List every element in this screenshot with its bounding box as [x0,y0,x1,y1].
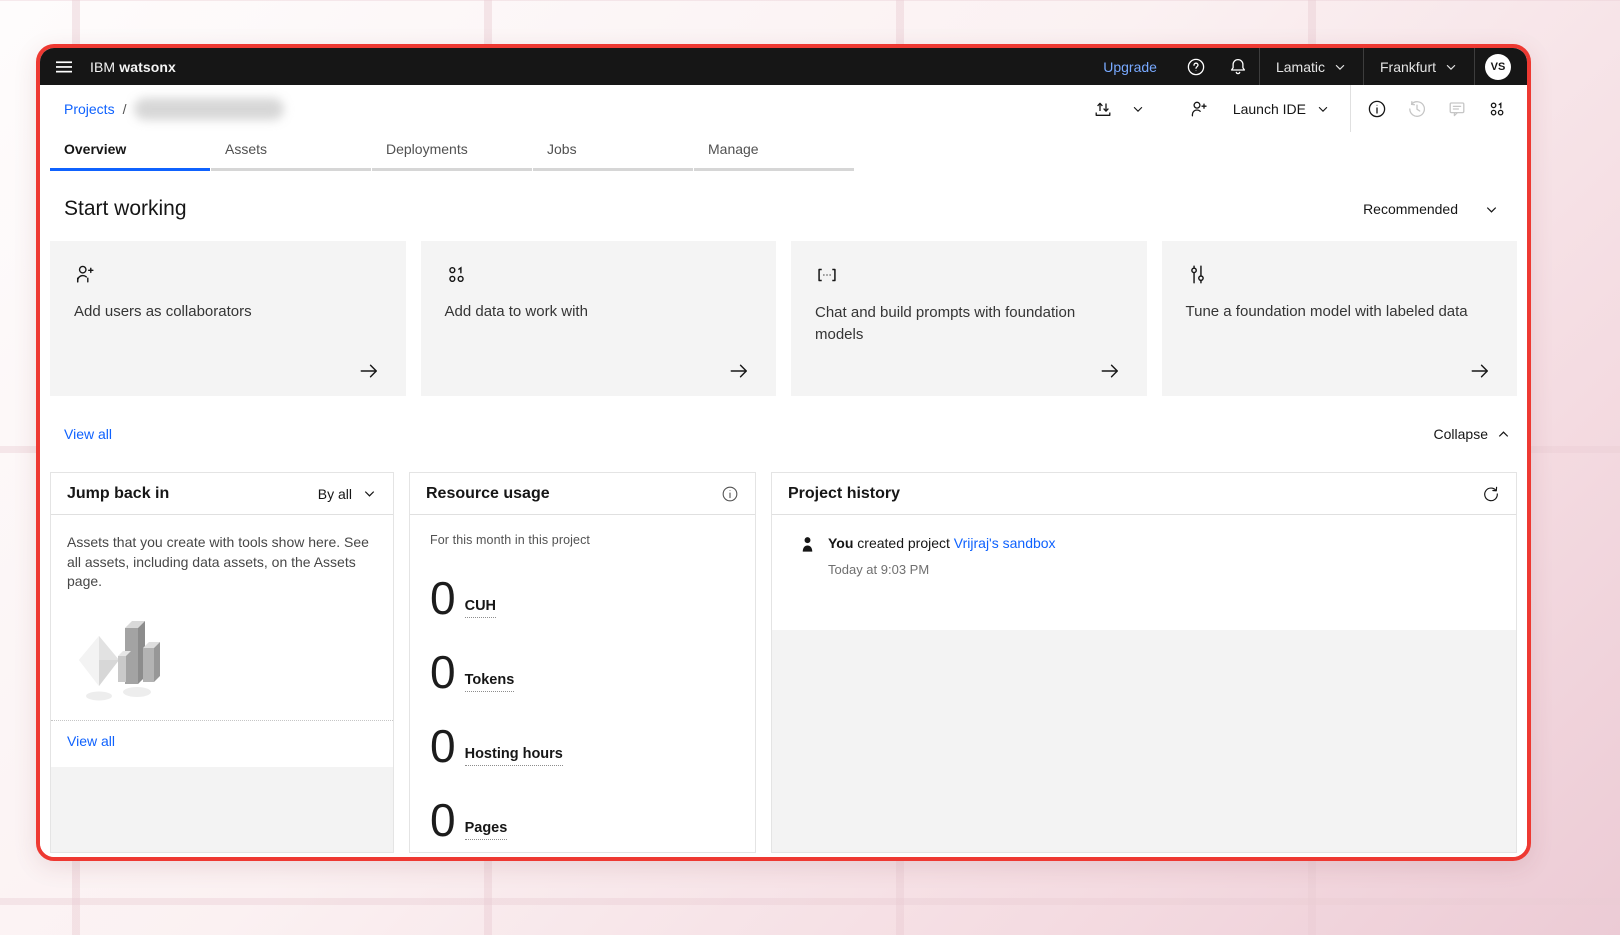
data-icon [445,263,468,286]
metric-value: 0 [430,575,456,621]
metric-label[interactable]: CUH [465,598,496,618]
comments-icon[interactable] [1437,85,1477,132]
header-divider [1474,48,1475,85]
chevron-down-icon [1316,102,1330,116]
resource-usage-info-icon[interactable] [721,485,739,503]
tab-manage[interactable]: Manage [694,132,854,171]
main-content: Start working Recommended Add users as c… [40,171,1527,861]
card-add-collaborators[interactable]: Add users as collaborators [50,241,406,396]
breadcrumb-toolbar-row: Projects / [40,85,1527,132]
jump-back-in-description: Assets that you create with tools show h… [67,533,377,592]
collapse-toggle[interactable]: Collapse [1434,426,1511,442]
upgrade-link[interactable]: Upgrade [1085,48,1175,85]
metric-label[interactable]: Pages [465,820,508,840]
project-name-redacted [134,98,284,120]
help-icon[interactable] [1175,48,1217,85]
project-history-title: Project history [788,485,900,503]
brand-title: IBM watsonx [90,59,176,75]
info-icon[interactable] [1357,85,1397,132]
app-window: IBM watsonx Upgrade Lamatic Frankfurt [36,44,1531,861]
recommended-dropdown[interactable]: Recommended [1363,201,1513,217]
card-label: Chat and build prompts with foundation m… [815,302,1115,346]
tune-icon [1186,263,1209,286]
arrow-right-icon[interactable] [728,360,750,382]
chevron-down-icon [1484,202,1499,217]
jump-back-in-view-all-link[interactable]: View all [67,733,115,749]
metric-value: 0 [430,649,456,695]
account-switcher[interactable]: Lamatic [1260,48,1363,85]
breadcrumb-projects-link[interactable]: Projects [64,101,115,117]
by-all-dropdown[interactable]: By all [318,486,377,502]
add-collaborator-icon[interactable] [1179,85,1219,132]
metric-hosting-hours: 0 Hosting hours [430,719,735,769]
related-data-icon[interactable] [1477,85,1517,132]
launch-ide-dropdown[interactable]: Launch IDE [1219,85,1344,132]
resource-usage-title: Resource usage [426,485,550,503]
arrow-right-icon[interactable] [1469,360,1491,382]
card-label: Add data to work with [445,301,745,323]
metric-value: 0 [430,723,456,769]
user-silhouette-icon [798,535,817,554]
history-event-text: You created project Vrijraj's sandbox [828,535,1056,551]
project-tabs: Overview Assets Deployments Jobs Manage [40,132,1527,171]
user-avatar[interactable]: VS [1485,54,1511,80]
tab-deployments[interactable]: Deployments [372,132,532,171]
tab-assets[interactable]: Assets [211,132,371,171]
card-tune-model[interactable]: Tune a foundation model with labeled dat… [1162,241,1518,396]
add-user-icon [74,263,97,286]
import-chevron-down-icon[interactable] [1123,85,1153,132]
history-event-row: You created project Vrijraj's sandbox [798,535,1500,554]
arrow-right-icon[interactable] [358,360,380,382]
prompt-icon [815,263,839,287]
toolbar-divider [1350,85,1351,132]
tab-jobs[interactable]: Jobs [533,132,693,171]
hamburger-menu-icon[interactable] [40,48,88,85]
card-label: Tune a foundation model with labeled dat… [1186,301,1486,323]
global-header: IBM watsonx Upgrade Lamatic Frankfurt [40,48,1527,85]
history-event-timestamp: Today at 9:03 PM [828,562,1500,577]
metric-value: 0 [430,797,456,843]
chevron-down-icon [1333,60,1347,74]
tab-overview[interactable]: Overview [50,132,210,171]
breadcrumb-separator: / [123,101,127,117]
chevron-up-icon [1496,427,1511,442]
import-export-icon[interactable] [1083,85,1123,132]
metric-label[interactable]: Tokens [465,672,515,692]
resource-usage-panel: Resource usage For this month in this pr… [409,472,756,853]
start-working-heading: Start working [64,197,187,221]
chevron-down-icon [362,486,377,501]
chevron-down-icon [1444,60,1458,74]
project-link[interactable]: Vrijraj's sandbox [954,535,1056,551]
view-all-link[interactable]: View all [64,426,112,442]
card-add-data[interactable]: Add data to work with [421,241,777,396]
metric-tokens: 0 Tokens [430,645,735,695]
arrow-right-icon[interactable] [1099,360,1121,382]
refresh-icon[interactable] [1482,485,1500,503]
notifications-bell-icon[interactable] [1217,48,1259,85]
assets-empty-illustration [69,608,377,708]
project-history-panel: Project history You creat [771,472,1517,853]
jump-back-in-title: Jump back in [67,485,169,503]
resource-usage-subtitle: For this month in this project [430,533,735,547]
metric-pages: 0 Pages [430,793,735,843]
region-switcher[interactable]: Frankfurt [1364,48,1474,85]
jump-back-in-panel: Jump back in By all Assets that you crea… [50,472,394,853]
card-chat-prompts[interactable]: Chat and build prompts with foundation m… [791,241,1147,396]
recent-activity-icon[interactable] [1397,85,1437,132]
metric-label[interactable]: Hosting hours [465,746,563,766]
card-label: Add users as collaborators [74,301,374,323]
dashboard-panels: Jump back in By all Assets that you crea… [50,472,1517,853]
start-working-cards: Add users as collaborators Add data to w… [50,241,1517,396]
metric-cuh: 0 CUH [430,571,735,621]
